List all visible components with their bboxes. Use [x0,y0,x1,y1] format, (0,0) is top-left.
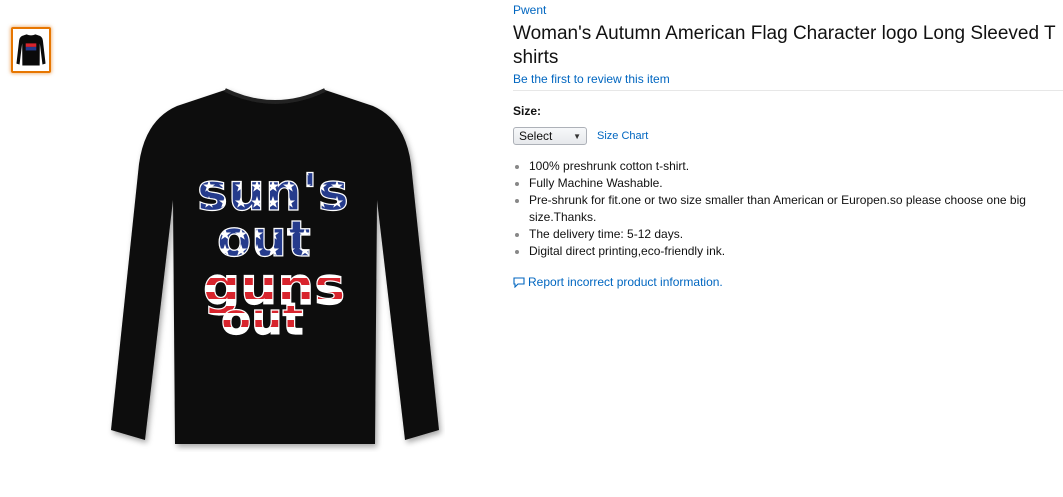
caret-down-icon: ▼ [573,131,581,141]
product-details: Pwent Woman's Autumn American Flag Chara… [513,0,1063,289]
report-link[interactable]: Report incorrect product information. [513,275,1063,289]
brand-link[interactable]: Pwent [513,3,546,17]
feature-bullets: 100% preshrunk cotton t-shirt. Fully Mac… [513,158,1054,260]
size-select-value: Select [519,129,553,143]
size-label: Size: [513,104,542,118]
feature-item: Pre-shrunk for fit.one or two size small… [529,192,1054,226]
divider [513,90,1063,91]
feature-item: The delivery time: 5-12 days. [529,226,1054,243]
thumbnail-image[interactable] [11,27,51,73]
feature-item: Fully Machine Washable. [529,175,1054,192]
product-main-image[interactable]: sun's out guns out [105,82,445,452]
review-link[interactable]: Be the first to review this item [513,72,670,86]
size-row: Select ▼ Size Chart [513,127,1063,145]
thumbnail-shirt-icon [16,34,46,66]
shirt-text-line-4: out [221,294,304,345]
feature-item: 100% preshrunk cotton t-shirt. [529,158,1054,175]
size-chart-link[interactable]: Size Chart [597,130,648,142]
product-title: Woman's Autumn American Flag Character l… [513,23,1056,68]
report-link-label: Report incorrect product information. [528,275,723,289]
comment-icon [513,276,525,288]
feature-item: Digital direct printing,eco-friendly ink… [529,243,1054,260]
size-select[interactable]: Select ▼ [513,127,587,145]
